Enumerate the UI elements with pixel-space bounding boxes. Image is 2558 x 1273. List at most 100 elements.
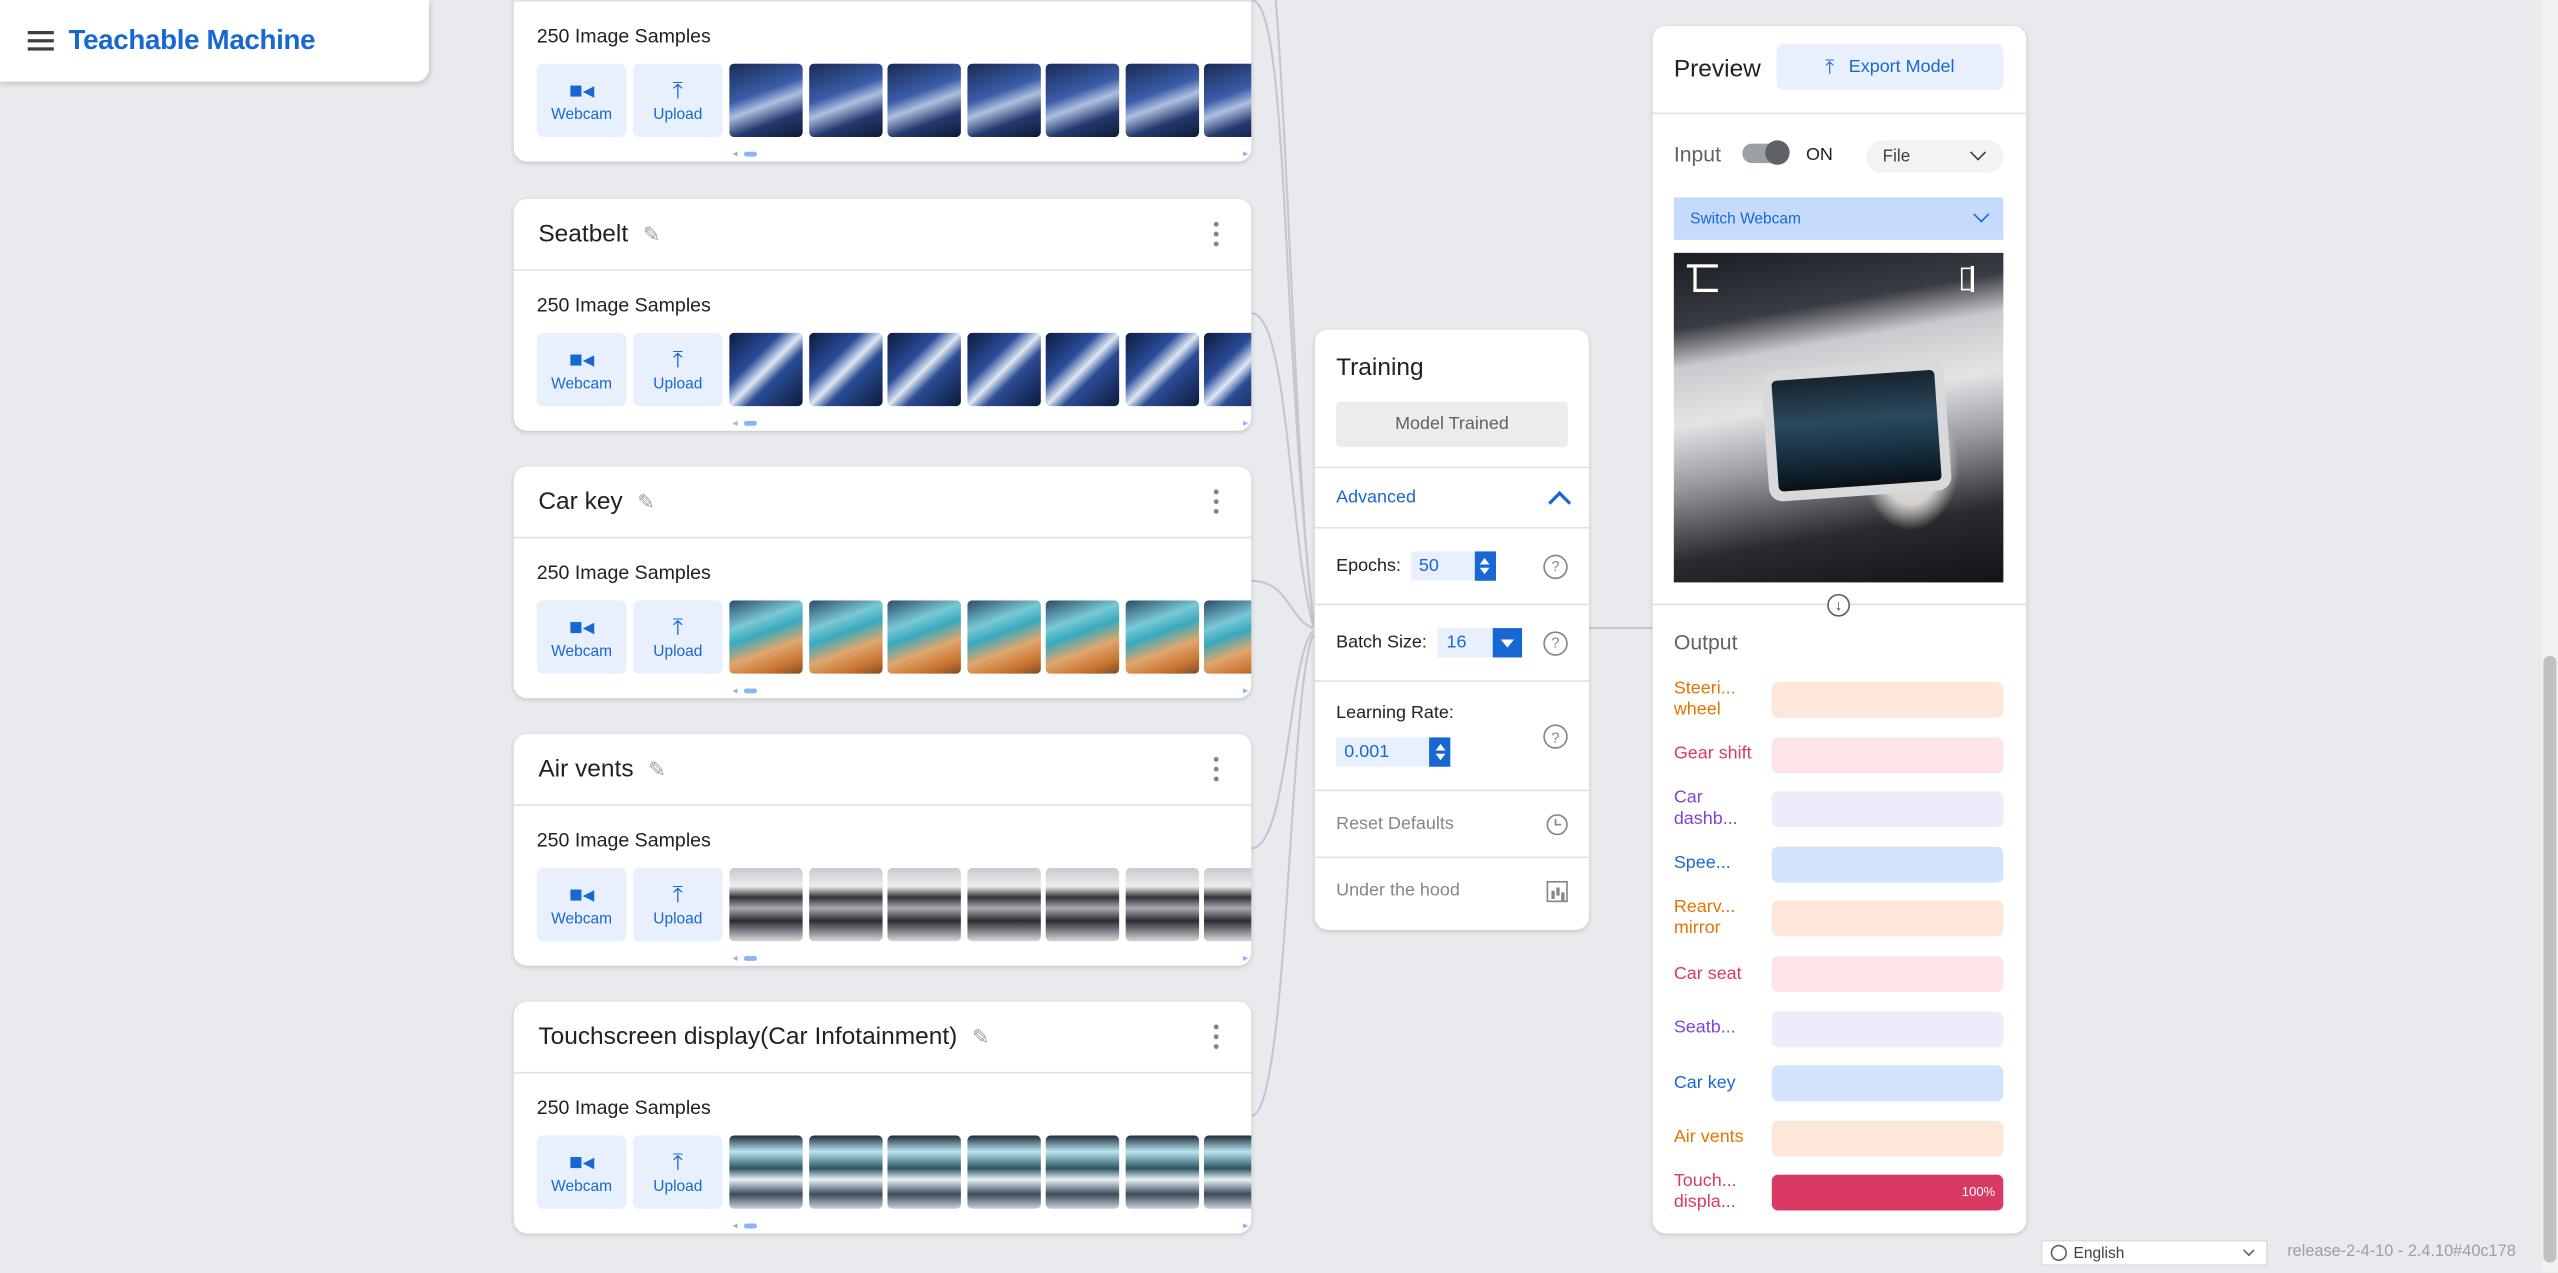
- sample-thumbnail[interactable]: [1124, 332, 1199, 407]
- sample-thumbnail[interactable]: [887, 332, 961, 407]
- pencil-icon[interactable]: ✎: [637, 489, 655, 515]
- class-name[interactable]: Seatbelt: [538, 220, 628, 248]
- thumbnail-scrollbar[interactable]: ◂ ▸: [732, 953, 1248, 964]
- class-name[interactable]: Air vents: [538, 755, 633, 783]
- sample-thumbnail[interactable]: [808, 600, 882, 674]
- webcam-button[interactable]: ■◂ Webcam: [536, 600, 627, 674]
- export-model-button[interactable]: ⤒ Export Model: [1776, 44, 2004, 90]
- sample-thumbnail[interactable]: [1203, 867, 1252, 942]
- class-name[interactable]: Car key: [538, 488, 622, 516]
- learning-rate-help-icon[interactable]: ?: [1543, 724, 1568, 749]
- more-vert-icon[interactable]: [1213, 489, 1219, 514]
- sample-thumbnails[interactable]: [729, 63, 1252, 138]
- thumbnail-scrollbar[interactable]: ◂ ▸: [732, 1220, 1248, 1232]
- sample-thumbnail[interactable]: [1045, 867, 1120, 942]
- sample-thumbnail[interactable]: [966, 63, 1041, 138]
- sample-thumbnails[interactable]: [729, 600, 1252, 674]
- preview-title: Preview: [1673, 55, 1761, 84]
- thumbnail-scrollbar[interactable]: ◂ ▸: [732, 685, 1248, 697]
- upload-button[interactable]: ⤒ Upload: [632, 1135, 723, 1209]
- upload-button[interactable]: ⤒ Upload: [632, 332, 723, 407]
- webcam-button[interactable]: ■◂ Webcam: [536, 867, 627, 942]
- confidence-bar: [1771, 681, 2004, 718]
- epochs-input[interactable]: 50: [1410, 551, 1475, 581]
- sample-thumbnail[interactable]: [1124, 867, 1199, 942]
- sample-thumbnail[interactable]: [808, 1135, 882, 1209]
- sample-thumbnail[interactable]: [1045, 332, 1120, 407]
- sample-thumbnail[interactable]: [1124, 63, 1199, 138]
- thumbnail-scrollbar[interactable]: ◂ ▸: [732, 148, 1248, 160]
- epochs-stepper[interactable]: [1474, 551, 1496, 581]
- app-title[interactable]: Teachable Machine: [69, 24, 316, 57]
- output-label: Steeri... wheel: [1673, 678, 1736, 720]
- sample-thumbnail[interactable]: [966, 867, 1041, 942]
- sample-thumbnails[interactable]: [729, 332, 1252, 407]
- epochs-help-icon[interactable]: ?: [1543, 553, 1568, 579]
- menu-icon[interactable]: [27, 30, 54, 51]
- sample-thumbnail[interactable]: [1203, 63, 1252, 138]
- more-vert-icon[interactable]: [1213, 1024, 1219, 1049]
- chevron-down-icon: [1969, 144, 1987, 161]
- input-toggle[interactable]: [1742, 140, 1790, 165]
- sample-thumbnail[interactable]: [729, 63, 803, 138]
- sample-thumbnail[interactable]: [1203, 332, 1252, 407]
- sample-thumbnail[interactable]: [887, 1135, 961, 1209]
- sample-thumbnail[interactable]: [1203, 1135, 1252, 1209]
- webcam-label: Webcam: [551, 1177, 613, 1196]
- sample-thumbnail[interactable]: [808, 63, 882, 138]
- more-vert-icon[interactable]: [1213, 756, 1219, 782]
- sample-thumbnail[interactable]: [1045, 1135, 1120, 1209]
- thumbnail-scrollbar[interactable]: ◂ ▸: [732, 418, 1248, 429]
- advanced-toggle[interactable]: Advanced: [1314, 466, 1589, 527]
- sample-thumbnails[interactable]: [729, 867, 1252, 942]
- sample-thumbnail[interactable]: [887, 63, 961, 138]
- more-vert-icon[interactable]: [1213, 221, 1219, 247]
- sample-thumbnail[interactable]: [808, 332, 882, 407]
- model-trained-button[interactable]: Model Trained: [1336, 401, 1568, 448]
- connection-wires: [1250, 0, 1653, 1117]
- sample-thumbnail[interactable]: [966, 1135, 1041, 1209]
- output-label: Car dashb...: [1673, 788, 1738, 830]
- pencil-icon[interactable]: ✎: [972, 1024, 990, 1050]
- sample-thumbnail[interactable]: [808, 867, 882, 942]
- class-name[interactable]: Touchscreen display(Car Infotainment): [538, 1023, 957, 1051]
- input-source-select[interactable]: File: [1866, 140, 2004, 173]
- batch-size-select[interactable]: 16: [1436, 628, 1493, 658]
- scrollbar-thumb[interactable]: [2543, 655, 2557, 1263]
- sample-thumbnail[interactable]: [1045, 600, 1120, 674]
- learning-rate-input[interactable]: 0.001: [1336, 737, 1430, 767]
- language-select[interactable]: English: [2040, 1239, 2268, 1266]
- pencil-icon[interactable]: ✎: [648, 756, 666, 782]
- sample-thumbnails[interactable]: [729, 1135, 1252, 1209]
- flip-icon[interactable]: [1960, 265, 1984, 293]
- sample-thumbnail[interactable]: [729, 332, 803, 407]
- sample-thumbnail[interactable]: [729, 867, 803, 942]
- upload-button[interactable]: ⤒ Upload: [632, 63, 723, 138]
- sample-thumbnail[interactable]: [887, 867, 961, 942]
- sample-thumbnail[interactable]: [1045, 63, 1120, 138]
- pencil-icon[interactable]: ✎: [643, 221, 661, 247]
- upload-icon: ⤒: [672, 612, 683, 639]
- sample-thumbnail[interactable]: [729, 600, 803, 674]
- under-the-hood-button[interactable]: Under the hood: [1314, 856, 1589, 923]
- webcam-button[interactable]: ■◂ Webcam: [536, 63, 627, 138]
- sample-thumbnail[interactable]: [1203, 600, 1252, 674]
- switch-webcam-select[interactable]: Switch Webcam: [1673, 197, 2004, 240]
- sample-thumbnail[interactable]: [887, 600, 961, 674]
- reset-defaults-button[interactable]: Reset Defaults: [1314, 789, 1589, 857]
- page-scrollbar[interactable]: [2541, 0, 2558, 1273]
- webcam-button[interactable]: ■◂ Webcam: [536, 1135, 627, 1209]
- crop-icon[interactable]: [1686, 264, 1718, 293]
- upload-button[interactable]: ⤒ Upload: [632, 600, 723, 674]
- batch-size-help-icon[interactable]: ?: [1543, 630, 1568, 656]
- class-card-header: Air vents ✎: [513, 734, 1252, 806]
- sample-thumbnail[interactable]: [966, 332, 1041, 407]
- webcam-button[interactable]: ■◂ Webcam: [536, 332, 627, 407]
- learning-rate-stepper[interactable]: [1429, 737, 1451, 767]
- upload-button[interactable]: ⤒ Upload: [632, 867, 723, 942]
- sample-thumbnail[interactable]: [729, 1135, 803, 1209]
- sample-thumbnail[interactable]: [966, 600, 1041, 674]
- batch-size-dropdown-icon[interactable]: [1492, 628, 1522, 658]
- sample-thumbnail[interactable]: [1124, 600, 1199, 674]
- sample-thumbnail[interactable]: [1124, 1135, 1199, 1209]
